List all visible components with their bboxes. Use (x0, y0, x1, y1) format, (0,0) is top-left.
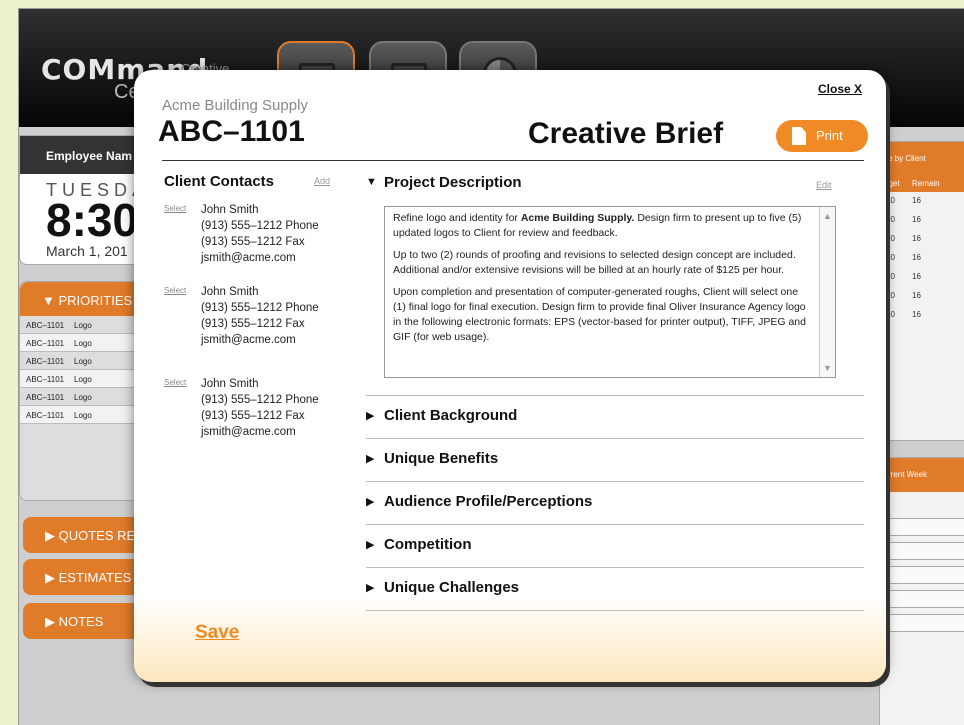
current-week-panel: rrent Week (879, 457, 964, 725)
contact-name: John Smith (201, 286, 259, 298)
creative-brief-modal: Close X Acme Building Supply ABC–1101 Cr… (134, 70, 886, 682)
scroll-up-icon[interactable]: ▲ (823, 211, 832, 221)
print-button[interactable]: Print (776, 120, 868, 152)
print-label: Print (816, 128, 843, 143)
description-paragraph: Upon completion and presentation of comp… (393, 286, 806, 343)
client-contacts-heading: Client Contacts (164, 173, 275, 190)
section-unique-benefits[interactable]: ▶ Unique Benefits (366, 439, 864, 482)
select-contact-link[interactable]: Select (164, 204, 186, 213)
collapsed-arrow-icon: ▶ (366, 496, 375, 508)
week-field[interactable] (886, 518, 964, 536)
edit-description-link[interactable]: Edit (816, 180, 832, 190)
week-field[interactable] (886, 590, 964, 608)
contact-email: jsmith@acme.com (201, 334, 296, 346)
expanded-arrow-icon[interactable]: ▼ (366, 176, 377, 188)
week-field[interactable] (886, 614, 964, 632)
contact-name: John Smith (201, 204, 259, 216)
collapsed-arrow-icon: ▶ (366, 539, 375, 551)
budget-table-header: dget Remain (880, 176, 964, 192)
collapsed-arrow-icon: ▶ (366, 410, 375, 422)
budget-by-client-panel: e by Client dget Remain 20 16 20 16 20 16 20… (879, 141, 964, 441)
section-unique-challenges[interactable]: ▶ Unique Challenges (366, 568, 864, 611)
budget-row: 20 16 (886, 272, 921, 281)
page-title: Creative Brief (528, 117, 724, 150)
contact-phone: (913) 555–1212 Phone (201, 394, 319, 406)
select-contact-link[interactable]: Select (164, 286, 186, 295)
contact-email: jsmith@acme.com (201, 252, 296, 264)
description-paragraph: Up to two (2) rounds of proofing and rev… (393, 249, 796, 276)
budget-row: 20 16 (886, 310, 921, 319)
scroll-down-icon[interactable]: ▼ (823, 363, 832, 373)
job-number: ABC–1101 (158, 115, 305, 148)
collapsed-arrow-icon: ▶ (366, 582, 375, 594)
budget-row: 20 16 (886, 196, 921, 205)
close-button[interactable]: Close X (818, 82, 862, 96)
week-field[interactable] (886, 542, 964, 560)
budget-row: 20 16 (886, 215, 921, 224)
client-name: Acme Building Supply (162, 97, 308, 114)
contact-phone: (913) 555–1212 Phone (201, 302, 319, 314)
save-button[interactable]: Save (195, 622, 239, 644)
project-description-textarea[interactable]: Refine logo and identity for Acme Buildi… (384, 206, 836, 378)
section-audience-profile[interactable]: ▶ Audience Profile/Perceptions (366, 482, 864, 525)
contact-fax: (913) 555–1212 Fax (201, 236, 305, 248)
add-contact-link[interactable]: Add (314, 176, 330, 186)
budget-row: 20 16 (886, 253, 921, 262)
project-description-heading[interactable]: Project Description (384, 174, 522, 191)
contact-phone: (913) 555–1212 Phone (201, 220, 319, 232)
contact-fax: (913) 555–1212 Fax (201, 318, 305, 330)
document-icon (792, 127, 806, 145)
budget-row: 20 16 (886, 291, 921, 300)
description-scrollbar[interactable]: ▲ ▼ (819, 207, 835, 377)
contact-email: jsmith@acme.com (201, 426, 296, 438)
contact-name: John Smith (201, 378, 259, 390)
select-contact-link[interactable]: Select (164, 378, 186, 387)
section-competition[interactable]: ▶ Competition (366, 525, 864, 568)
contact-fax: (913) 555–1212 Fax (201, 410, 305, 422)
description-paragraph: Refine logo and identity for Acme Buildi… (393, 212, 802, 239)
section-client-background[interactable]: ▶ Client Background (366, 396, 864, 439)
budget-panel-header[interactable]: e by Client (880, 142, 964, 176)
title-divider (162, 160, 864, 161)
current-week-header[interactable]: rrent Week (880, 458, 964, 492)
budget-row: 20 16 (886, 234, 921, 243)
week-field[interactable] (886, 566, 964, 584)
collapsed-arrow-icon: ▶ (366, 453, 375, 465)
